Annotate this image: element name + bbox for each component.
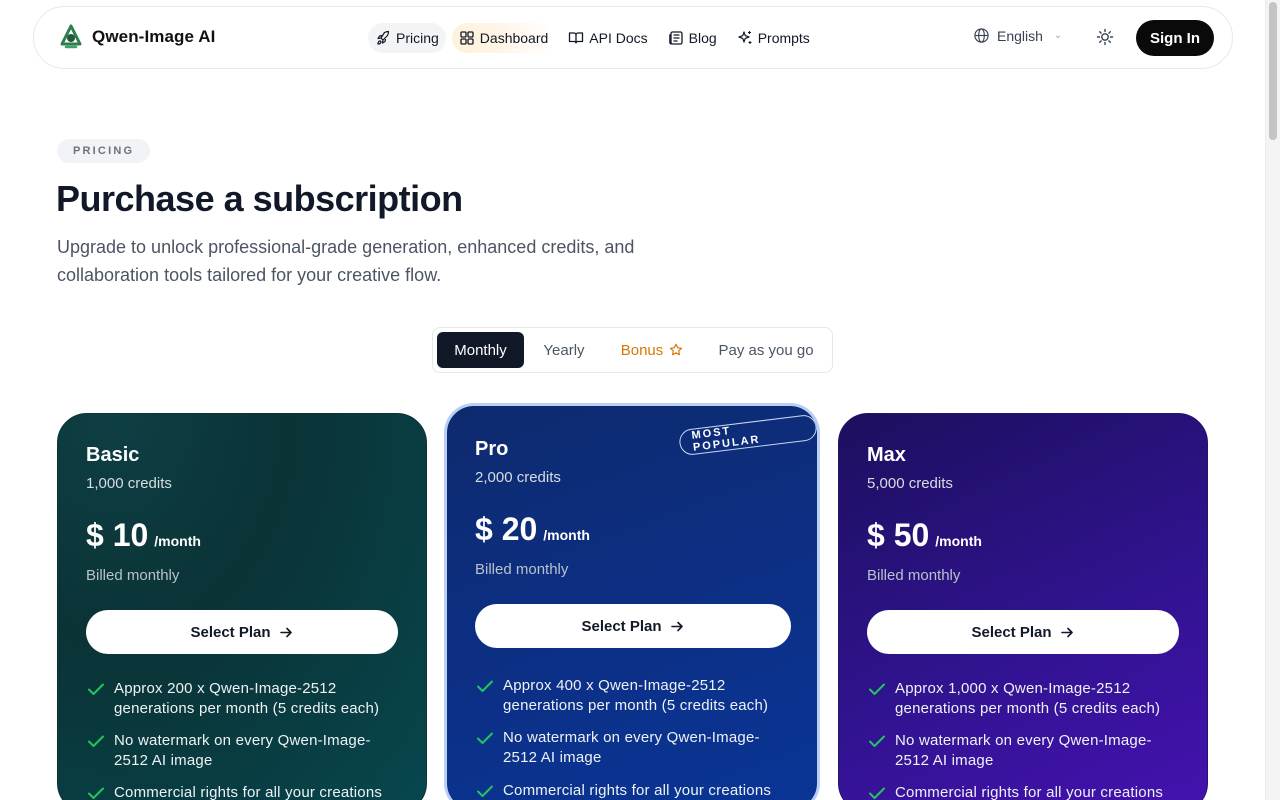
brand-logo[interactable]: Qwen-Image AI [58, 24, 215, 50]
language-selector[interactable]: English ⌄ [973, 27, 1062, 44]
nav-item-dashboard[interactable]: Dashboard [451, 23, 556, 53]
check-icon [477, 785, 493, 797]
check-icon [869, 735, 885, 747]
nav-label: API Docs [589, 30, 648, 46]
billing-note: Billed monthly [867, 567, 961, 584]
feature-text: Approx 1,000 x Qwen-Image-2512 generatio… [895, 680, 1161, 717]
price-amount: $ 20 [475, 511, 538, 547]
feature-text: No watermark on every Qwen-Image-2512 AI… [895, 732, 1152, 769]
select-plan-label: Select Plan [971, 623, 1052, 641]
book-icon [569, 32, 584, 44]
check-icon [88, 683, 104, 695]
billing-tabs: Monthly Yearly Bonus Pay as you go [432, 327, 833, 373]
feature-text: No watermark on every Qwen-Image-2512 AI… [503, 729, 760, 766]
nav-label: Dashboard [479, 30, 549, 46]
plan-card-max: Max 5,000 credits $ 50 /month Billed mon… [838, 413, 1208, 800]
check-icon [477, 732, 493, 744]
feature-text: Commercial rights for all your creations [503, 782, 772, 799]
check-icon [477, 680, 493, 692]
tab-pay-as-you-go[interactable]: Pay as you go [709, 332, 823, 368]
page-scrollbar[interactable] [1265, 0, 1280, 800]
check-icon [869, 787, 885, 799]
feature-text: No watermark on every Qwen-Image-2512 AI… [114, 732, 371, 769]
brand-name: Qwen-Image AI [92, 27, 216, 46]
check-icon [88, 735, 104, 747]
sparkles-icon [738, 31, 752, 44]
plan-credits: 1,000 credits [86, 475, 172, 492]
feature-text: Commercial rights for all your creations [114, 784, 383, 800]
select-plan-label: Select Plan [581, 617, 662, 635]
plan-credits: 2,000 credits [475, 469, 561, 486]
arrow-right-icon [670, 621, 683, 631]
language-label: English [997, 27, 1043, 44]
plan-name: Pro [475, 438, 509, 460]
chevron-down-icon: ⌄ [1053, 30, 1063, 41]
check-icon [869, 683, 885, 695]
arrow-right-icon [1060, 627, 1073, 637]
newspaper-icon [668, 31, 683, 45]
feature-item: Commercial rights for all your creations [867, 783, 1187, 800]
nav-label: Prompts [757, 30, 810, 46]
star-icon [670, 343, 683, 356]
price-period: /month [543, 527, 590, 543]
tab-bonus[interactable]: Bonus [609, 332, 695, 368]
plan-price: $ 50 /month [867, 517, 982, 554]
feature-item: Approx 400 x Qwen-Image-2512 generations… [475, 676, 780, 716]
top-nav: Qwen-Image AI Pricing Dashboard API Docs… [33, 6, 1233, 69]
nav-item-pricing[interactable]: Pricing [368, 23, 446, 53]
nav-item-api-docs[interactable]: API Docs [561, 23, 654, 53]
plan-card-pro: MOST POPULAR Pro 2,000 credits $ 20 /mon… [444, 403, 820, 800]
select-plan-label: Select Plan [190, 623, 271, 641]
sign-in-button[interactable]: Sign In [1136, 20, 1214, 56]
plan-price: $ 10 /month [86, 517, 201, 554]
select-plan-button[interactable]: Select Plan [86, 610, 398, 654]
nav-item-prompts[interactable]: Prompts [730, 23, 817, 53]
select-plan-button[interactable]: Select Plan [475, 604, 791, 648]
pricing-badge: PRICING [57, 139, 151, 163]
feature-text: Approx 200 x Qwen-Image-2512 generations… [114, 680, 380, 717]
feature-item: Approx 1,000 x Qwen-Image-2512 generatio… [867, 679, 1172, 719]
globe-icon [974, 28, 989, 43]
tab-monthly[interactable]: Monthly [437, 332, 524, 368]
feature-item: No watermark on every Qwen-Image-2512 AI… [475, 728, 775, 768]
select-plan-button[interactable]: Select Plan [867, 610, 1179, 654]
billing-note: Billed monthly [475, 561, 569, 578]
nav-label: Blog [688, 30, 717, 46]
plan-price: $ 20 /month [475, 511, 590, 548]
page-subtitle: Upgrade to unlock professional-grade gen… [57, 237, 635, 285]
grid-icon [460, 31, 474, 45]
check-icon [88, 787, 104, 799]
brand-logo-icon [60, 24, 82, 49]
page-title: Purchase a subscription [56, 178, 463, 219]
feature-item: No watermark on every Qwen-Image-2512 AI… [867, 731, 1167, 771]
scrollbar-thumb[interactable] [1269, 2, 1277, 140]
price-amount: $ 50 [867, 517, 930, 553]
plan-name: Basic [86, 444, 140, 466]
feature-item: Commercial rights for all your creations [86, 783, 406, 800]
plan-name: Max [867, 444, 906, 466]
plan-card-basic: Basic 1,000 credits $ 10 /month Billed m… [57, 413, 427, 800]
nav-label: Pricing [396, 30, 439, 46]
nav-links: Pricing Dashboard API Docs Blog Prompts [368, 23, 817, 53]
billing-note: Billed monthly [86, 567, 180, 584]
tab-yearly[interactable]: Yearly [529, 332, 599, 368]
most-popular-badge: MOST POPULAR [677, 413, 817, 457]
sun-icon[interactable] [1096, 28, 1114, 46]
feature-item: Commercial rights for all your creations [475, 781, 795, 800]
price-period: /month [154, 533, 201, 549]
tab-bonus-label: Bonus [620, 341, 664, 359]
nav-item-blog[interactable]: Blog [661, 23, 724, 53]
plan-credits: 5,000 credits [867, 475, 953, 492]
price-period: /month [935, 533, 982, 549]
feature-text: Commercial rights for all your creations [895, 784, 1164, 800]
arrow-right-icon [279, 627, 292, 637]
feature-text: Approx 400 x Qwen-Image-2512 generations… [503, 677, 769, 714]
price-amount: $ 10 [86, 517, 149, 553]
feature-item: No watermark on every Qwen-Image-2512 AI… [86, 731, 386, 771]
rocket-icon [377, 30, 390, 45]
feature-item: Approx 200 x Qwen-Image-2512 generations… [86, 679, 386, 719]
